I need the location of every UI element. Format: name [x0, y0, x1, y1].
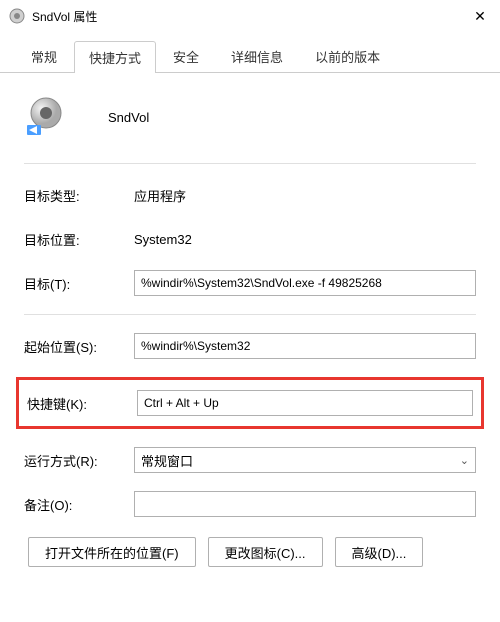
tab-bar: 常规 快捷方式 安全 详细信息 以前的版本 [0, 32, 500, 73]
target-location-value: System32 [134, 232, 192, 247]
target-label: 目标(T): [24, 274, 134, 293]
target-type-label: 目标类型: [24, 186, 134, 205]
button-row: 打开文件所在的位置(F) 更改图标(C)... 高级(D)... [24, 537, 476, 567]
comment-label: 备注(O): [24, 495, 134, 514]
comment-row: 备注(O): [24, 491, 476, 517]
target-row: 目标(T): [24, 270, 476, 296]
header-row: SndVol [24, 95, 476, 139]
divider [24, 314, 476, 315]
shortcut-key-input[interactable] [137, 390, 473, 416]
start-in-row: 起始位置(S): [24, 333, 476, 359]
titlebar: SndVol 属性 ✕ [0, 0, 500, 32]
app-name-label: SndVol [108, 110, 149, 125]
divider [24, 163, 476, 164]
speaker-icon [8, 7, 26, 25]
window-title: SndVol 属性 [32, 8, 460, 25]
start-in-label: 起始位置(S): [24, 337, 134, 356]
advanced-button[interactable]: 高级(D)... [335, 537, 424, 567]
tab-details[interactable]: 详细信息 [216, 40, 298, 72]
tab-shortcut[interactable]: 快捷方式 [74, 41, 156, 73]
shortcut-key-highlight: 快捷键(K): [16, 377, 484, 429]
start-in-input[interactable] [134, 333, 476, 359]
shortcut-key-row: 快捷键(K): [27, 390, 473, 416]
target-type-row: 目标类型: 应用程序 [24, 182, 476, 208]
target-location-label: 目标位置: [24, 230, 134, 249]
tab-content: SndVol 目标类型: 应用程序 目标位置: System32 目标(T): … [0, 73, 500, 583]
tab-previous[interactable]: 以前的版本 [300, 40, 395, 72]
tab-security[interactable]: 安全 [158, 40, 214, 72]
app-speaker-icon [24, 95, 68, 139]
run-value: 常规窗口 [141, 451, 193, 470]
run-label: 运行方式(R): [24, 451, 134, 470]
target-location-row: 目标位置: System32 [24, 226, 476, 252]
tab-general[interactable]: 常规 [16, 40, 72, 72]
chevron-down-icon: ⌄ [460, 454, 469, 467]
run-row: 运行方式(R): 常规窗口 ⌄ [24, 447, 476, 473]
run-select[interactable]: 常规窗口 ⌄ [134, 447, 476, 473]
target-input[interactable] [134, 270, 476, 296]
open-file-location-button[interactable]: 打开文件所在的位置(F) [28, 537, 196, 567]
shortcut-key-label: 快捷键(K): [27, 394, 137, 413]
change-icon-button[interactable]: 更改图标(C)... [208, 537, 323, 567]
close-button[interactable]: ✕ [460, 0, 500, 32]
target-type-value: 应用程序 [134, 186, 186, 205]
comment-input[interactable] [134, 491, 476, 517]
